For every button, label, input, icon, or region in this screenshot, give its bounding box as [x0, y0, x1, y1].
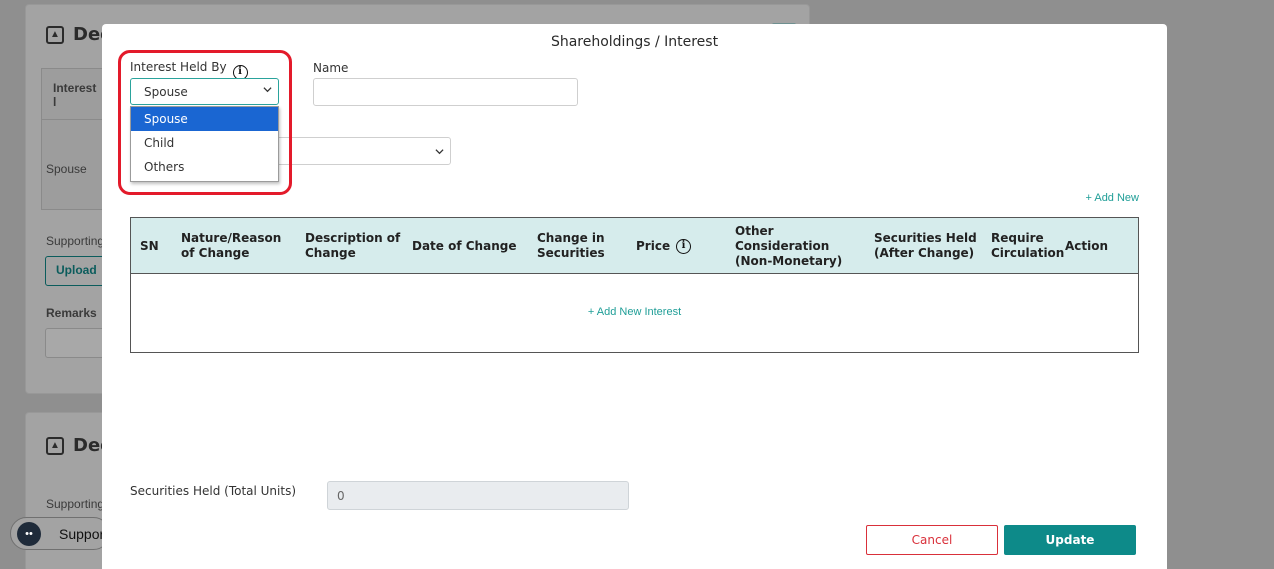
- column-action: Action: [1065, 238, 1109, 253]
- interest-held-by-label: Interest Held By i: [130, 60, 248, 80]
- name-label: Name: [313, 61, 349, 75]
- securities-total-label: Securities Held (Total Units): [130, 484, 297, 498]
- column-require-circulation: Require Circulation: [991, 231, 1065, 260]
- column-sn: SN: [140, 238, 159, 253]
- column-other-consideration: Other Consideration (Non-Monetary): [735, 223, 843, 268]
- chat-icon: ••: [17, 522, 41, 546]
- name-input[interactable]: [313, 78, 578, 106]
- background-remarks-label: Remarks: [46, 306, 97, 320]
- column-price-text: Price: [636, 238, 671, 253]
- background-supporting-label: Supporting: [46, 234, 105, 248]
- update-button[interactable]: Update: [1004, 525, 1136, 555]
- interest-held-by-label-text: Interest Held By: [130, 60, 227, 74]
- background-supporting-label-2: Supporting: [46, 497, 105, 511]
- column-nature-reason: Nature/Reason of Change: [181, 231, 282, 260]
- background-table-header: Interest l: [41, 68, 103, 120]
- collapse-toggle-icon: ▲: [46, 26, 64, 44]
- column-price: Price i: [636, 218, 706, 274]
- column-change-in-securities: Change in Securities: [537, 231, 605, 260]
- option-spouse[interactable]: Spouse: [131, 107, 278, 131]
- background-table-cell: Spouse: [41, 120, 103, 210]
- interest-table: SN Nature/Reason of Change Description o…: [130, 217, 1139, 353]
- shareholdings-modal: Shareholdings / Interest Interest Held B…: [102, 24, 1167, 569]
- info-icon[interactable]: i: [676, 238, 692, 254]
- table-header: SN Nature/Reason of Change Description o…: [131, 218, 1138, 274]
- background-cell-text: Spouse: [46, 162, 87, 176]
- add-new-interest-link[interactable]: + Add New Interest: [131, 306, 1138, 318]
- column-date-of-change: Date of Change: [412, 238, 517, 253]
- select-value: Spouse: [144, 85, 188, 99]
- interest-held-by-dropdown: Spouse Child Others: [130, 106, 279, 182]
- background-header-text: Interest l: [53, 81, 97, 109]
- interest-held-by-select[interactable]: Spouse: [130, 78, 279, 105]
- option-others[interactable]: Others: [131, 155, 278, 179]
- column-securities-held: Securities Held (After Change): [874, 231, 977, 260]
- chevron-down-icon: [263, 87, 272, 93]
- chevron-down-icon: [435, 149, 444, 155]
- support-widget[interactable]: •• Suppor: [10, 517, 110, 550]
- securities-total-input: 0: [327, 481, 629, 510]
- support-widget-label: Suppor: [59, 526, 105, 542]
- option-child[interactable]: Child: [131, 131, 278, 155]
- modal-title: Shareholdings / Interest: [550, 34, 719, 50]
- column-description: Description of Change: [305, 231, 401, 260]
- add-new-link[interactable]: + Add New: [1085, 192, 1139, 204]
- cancel-button[interactable]: Cancel: [866, 525, 998, 555]
- collapse-toggle-icon-2: ▲: [46, 437, 64, 455]
